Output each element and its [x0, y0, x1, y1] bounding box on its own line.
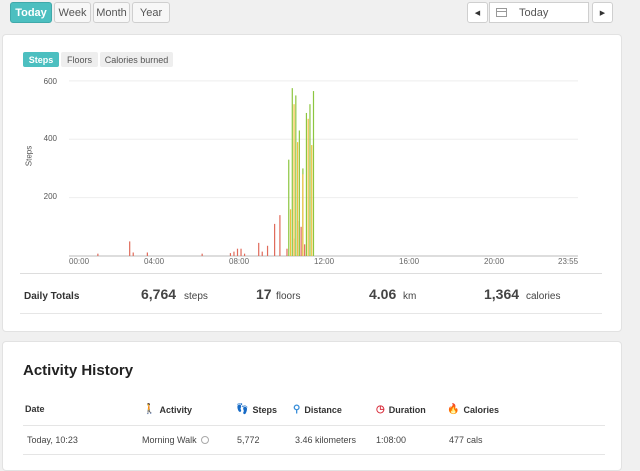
row-activity[interactable]: Morning Walk	[142, 435, 209, 445]
stopwatch-icon	[200, 436, 209, 444]
y-axis-label: Steps	[24, 145, 34, 167]
chart-bar	[312, 91, 315, 256]
header-divider	[23, 425, 605, 426]
row-calories: 477 cals	[449, 435, 483, 445]
chart-bar	[258, 242, 260, 256]
x-tick-label: 04:00	[144, 257, 165, 266]
activity-history-card: Activity History Date 🚶 Activity 👣 Steps…	[2, 341, 622, 471]
chart-bar	[279, 215, 281, 256]
x-tick-label: 16:00	[399, 257, 420, 266]
x-tick-label: 20:00	[484, 257, 505, 266]
column-header-date-label: Date	[25, 404, 45, 414]
clock-icon: ◷	[376, 404, 385, 415]
y-tick-label: 400	[43, 134, 57, 143]
chart-bar	[295, 95, 297, 256]
flame-icon: 🔥	[447, 404, 460, 415]
column-header-distance[interactable]: ⚲ Distance	[293, 404, 342, 415]
total-floors-value: 17	[256, 286, 272, 302]
total-calories-unit: calories	[526, 291, 561, 302]
x-tick-label: 12:00	[314, 257, 335, 266]
column-header-steps[interactable]: 👣 Steps	[236, 404, 277, 415]
chart-bar	[236, 248, 239, 256]
column-header-duration[interactable]: ◷ Duration	[376, 404, 426, 415]
totals-divider	[20, 273, 602, 274]
total-steps-unit: steps	[184, 291, 208, 302]
total-calories-value: 1,364	[484, 286, 520, 302]
row-duration: 1:08:00	[376, 435, 407, 445]
total-steps-value: 6,764	[141, 286, 177, 302]
chart-bar	[305, 112, 308, 256]
chart-bar	[311, 145, 313, 256]
chart-bar	[288, 159, 290, 256]
chart-bar	[293, 104, 295, 257]
chart-bar	[266, 245, 269, 256]
chart-bar	[129, 241, 131, 256]
footprints-icon: 👣	[236, 404, 249, 415]
total-distance-unit: km	[403, 291, 417, 302]
column-header-calories-label: Calories	[463, 404, 499, 415]
chart-bar	[289, 209, 292, 256]
total-distance-value: 4.06	[369, 286, 397, 302]
chart-bar	[229, 253, 232, 256]
row-date: Today, 10:23	[27, 435, 78, 445]
chart-bar	[302, 174, 304, 256]
chart-bar	[296, 142, 299, 256]
chart-bar	[233, 251, 235, 256]
row-divider	[23, 454, 605, 455]
chart-bar	[304, 244, 306, 256]
total-floors-unit: floors	[276, 291, 301, 302]
chart-bar	[291, 88, 293, 256]
chart-bar	[261, 251, 263, 256]
chart-bar	[146, 252, 148, 256]
chart-bar	[286, 248, 288, 256]
y-tick-label: 600	[43, 77, 57, 86]
column-header-duration-label: Duration	[388, 404, 426, 415]
y-tick-label: 200	[43, 192, 57, 201]
chart-bar	[298, 130, 300, 256]
chart-bar	[307, 118, 309, 257]
row-activity-name: Morning Walk	[142, 435, 197, 445]
totals-bottom-divider	[20, 313, 602, 314]
x-tick-label: 23:55	[558, 257, 579, 266]
daily-totals-label: Daily Totals	[24, 291, 80, 302]
column-header-date[interactable]: Date	[25, 404, 45, 414]
chart-bar	[201, 253, 203, 256]
walker-icon: 🚶	[143, 404, 156, 415]
chart-bar	[97, 253, 99, 256]
chart-bar	[132, 252, 134, 256]
column-header-activity[interactable]: 🚶 Activity	[143, 404, 192, 415]
column-header-calories[interactable]: 🔥 Calories	[447, 404, 499, 415]
chart-bar	[240, 248, 242, 256]
column-header-steps-label: Steps	[252, 404, 277, 415]
activity-history-title: Activity History	[23, 362, 134, 379]
x-tick-label: 00:00	[69, 257, 90, 266]
distance-icon: ⚲	[293, 404, 301, 415]
chart-bar	[300, 226, 302, 256]
row-distance: 3.46 kilometers	[295, 435, 357, 445]
chart-bar	[309, 104, 311, 257]
column-header-distance-label: Distance	[304, 404, 342, 415]
chart-bar	[274, 223, 276, 256]
column-header-activity-label: Activity	[159, 404, 192, 415]
row-steps: 5,772	[237, 435, 260, 445]
x-tick-label: 08:00	[229, 257, 250, 266]
chart-bar	[243, 253, 246, 256]
